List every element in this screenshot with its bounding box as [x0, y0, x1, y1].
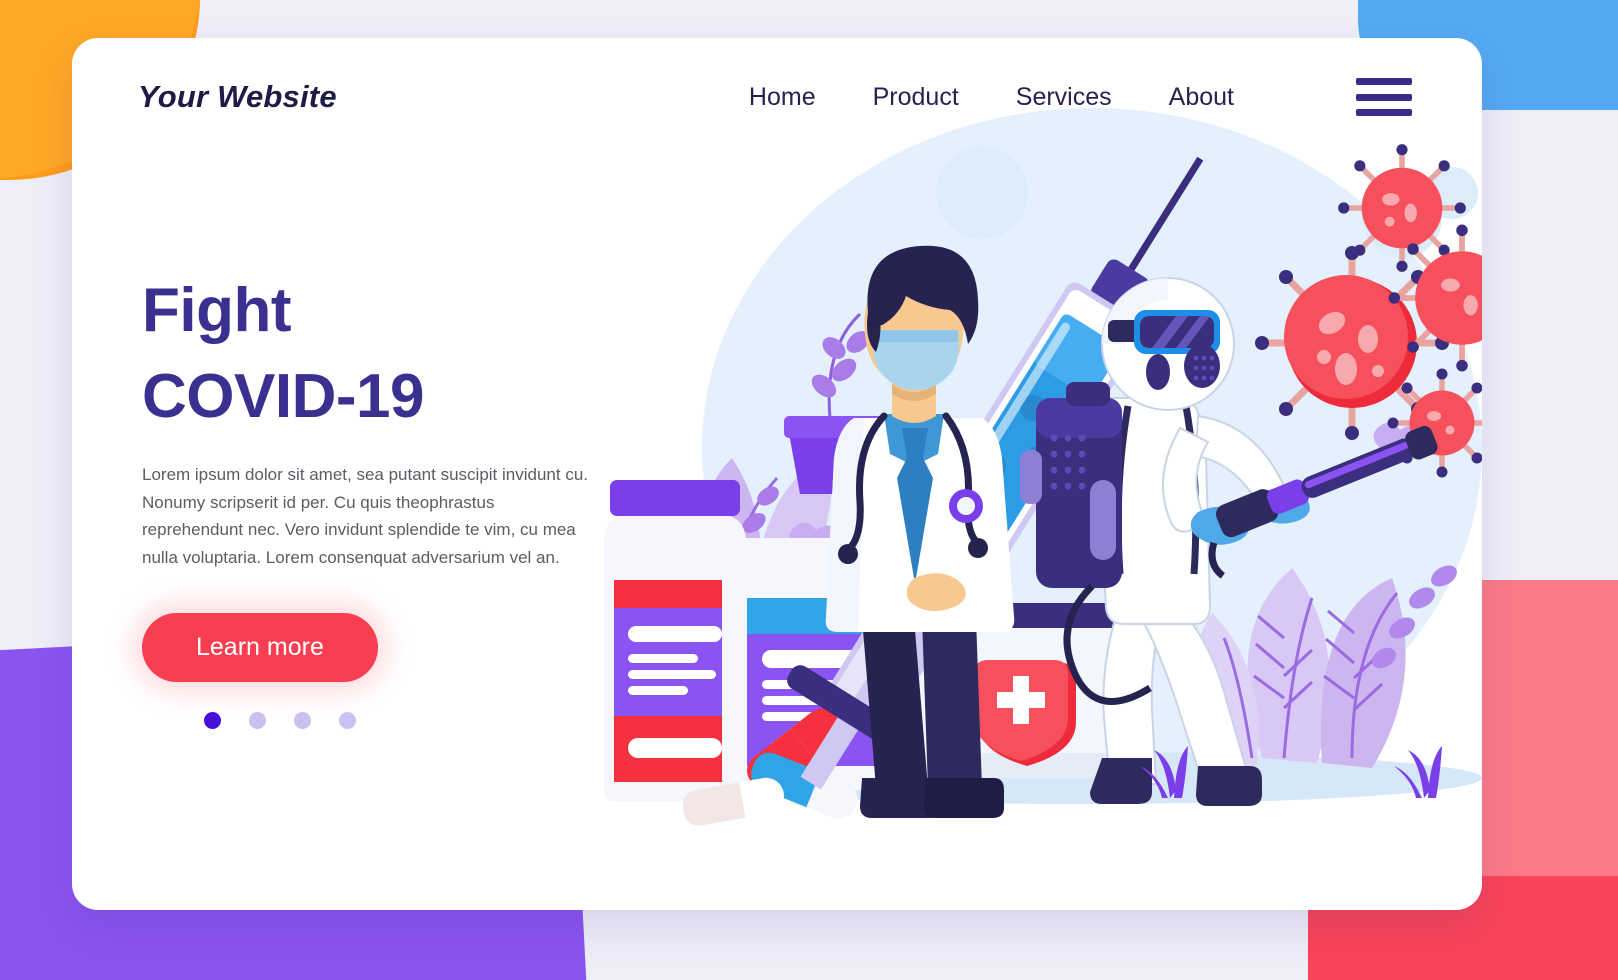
- learn-more-button[interactable]: Learn more: [142, 613, 378, 683]
- hero-illustration: [562, 98, 1482, 858]
- page-root: Your Website Home Product Services About…: [0, 0, 1618, 980]
- carousel-dot-3[interactable]: [294, 712, 311, 730]
- hero-headline-line2: COVID-19: [142, 361, 424, 431]
- site-logo[interactable]: Your Website: [138, 79, 337, 115]
- hamburger-bar-1: [1356, 78, 1412, 85]
- hero-headline-line1: Fight: [142, 276, 292, 345]
- carousel-dot-4[interactable]: [339, 712, 356, 730]
- hero-paragraph: Lorem ipsum dolor sit amet, sea putant s…: [142, 465, 588, 567]
- landing-card: Your Website Home Product Services About…: [72, 38, 1482, 910]
- hero-content: Fight COVID-19 Lorem ipsum dolor sit ame…: [142, 268, 612, 730]
- carousel-dot-2[interactable]: [249, 712, 266, 730]
- carousel-dot-1[interactable]: [204, 712, 221, 730]
- carousel-dots: [204, 712, 612, 730]
